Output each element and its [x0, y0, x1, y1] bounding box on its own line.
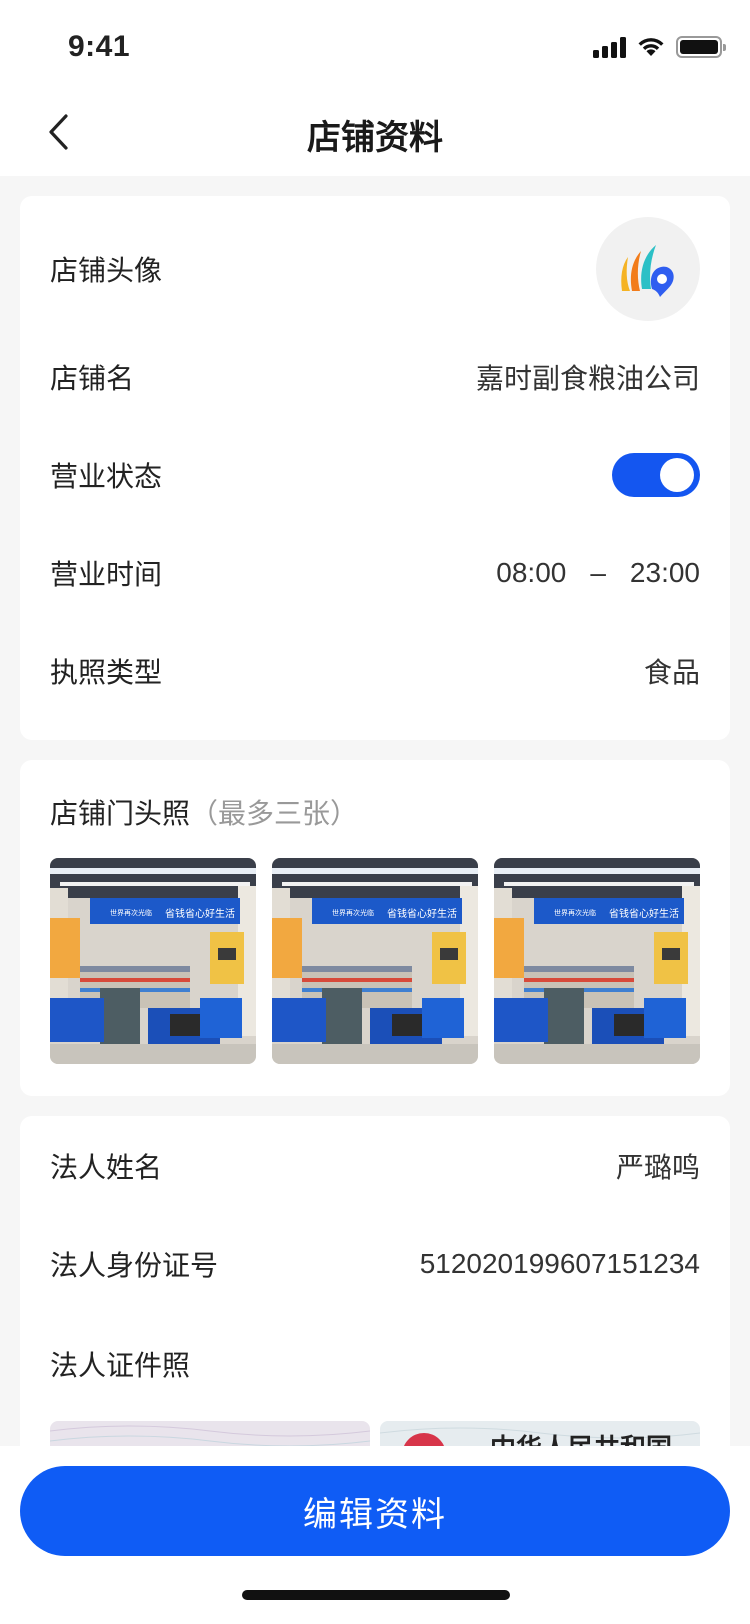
legal-photo-row: 法人证件照	[50, 1314, 700, 1414]
avatar-row[interactable]: 店铺头像	[50, 216, 700, 322]
storefront-title-text: 店铺门头照	[50, 797, 191, 830]
license-type-value: 食品	[643, 656, 700, 689]
storefront-card: 店铺门头照（最多三张） 世界再次光临 省钱省心好生活 世界再次光临 省钱省心好生…	[20, 760, 730, 1096]
screen: 9:41 店铺资料 店铺头像 店铺名 嘉时副食粮油公司 营业状态 营业时间 08…	[0, 0, 750, 1624]
store-interior-image: 世界再次光临 省钱省心好生活	[50, 858, 256, 1064]
edit-profile-button[interactable]: 编辑资料	[20, 1466, 730, 1556]
store-sign-text: 省钱省心好生活	[165, 907, 235, 920]
store-brand-text: 世界再次光临	[332, 908, 374, 917]
legal-name-label: 法人姓名	[50, 1151, 163, 1184]
legal-id-value: 512020199607151234	[419, 1248, 700, 1279]
business-status-row: 营业状态	[50, 422, 700, 528]
business-hours-value: 08:00 – 23:00	[496, 557, 700, 589]
legal-name-value: 严璐鸣	[615, 1151, 700, 1184]
shop-name-label: 店铺名	[50, 362, 135, 395]
legal-id-label: 法人身份证号	[50, 1249, 219, 1282]
store-interior-image: 世界再次光临 省钱省心好生活	[494, 858, 700, 1064]
business-status-toggle[interactable]	[612, 453, 700, 497]
store-sign-text: 省钱省心好生活	[387, 907, 457, 920]
business-hours-row[interactable]: 营业时间 08:00 – 23:00	[50, 520, 700, 626]
store-brand-text: 世界再次光临	[110, 908, 152, 917]
hours-start: 08:00	[496, 557, 567, 588]
legal-id-row[interactable]: 法人身份证号 512020199607151234	[50, 1214, 700, 1314]
status-time: 9:41	[68, 30, 131, 63]
store-sign-text: 省钱省心好生活	[609, 907, 679, 920]
license-type-row[interactable]: 执照类型 食品	[50, 618, 700, 724]
hours-end: 23:00	[629, 557, 700, 588]
status-bar: 9:41	[0, 0, 750, 88]
store-brand-text: 世界再次光临	[554, 908, 596, 917]
storefront-photo[interactable]: 世界再次光临 省钱省心好生活	[494, 858, 700, 1064]
shop-name-value: 嘉时副食粮油公司	[475, 362, 700, 395]
battery-icon	[676, 36, 726, 58]
storefront-photo[interactable]: 世界再次光临 省钱省心好生活	[272, 858, 478, 1064]
storefront-hint: （最多三张）	[190, 797, 359, 830]
nav-bar: 店铺资料	[0, 88, 750, 176]
shop-name-row[interactable]: 店铺名 嘉时副食粮油公司	[50, 324, 700, 430]
storefront-photos: 世界再次光临 省钱省心好生活 世界再次光临 省钱省心好生活 世界再次光临 省钱省…	[50, 858, 700, 1064]
home-indicator	[242, 1590, 510, 1600]
legal-name-row[interactable]: 法人姓名 严璐鸣	[50, 1116, 700, 1216]
bottom-bar: 编辑资料	[0, 1446, 750, 1624]
legal-person-card: 法人姓名 严璐鸣 法人身份证号 512020199607151234 法人证件照	[20, 1116, 730, 1476]
store-interior-image: 世界再次光临 省钱省心好生活	[272, 858, 478, 1064]
cellular-signal-icon	[593, 36, 626, 58]
storefront-title: 店铺门头照（最多三张）	[50, 792, 358, 832]
shop-avatar[interactable]	[596, 217, 700, 321]
avatar-label: 店铺头像	[50, 254, 163, 287]
hours-separator: –	[590, 557, 606, 588]
status-icons	[593, 34, 726, 58]
license-type-label: 执照类型	[50, 656, 163, 689]
business-hours-label: 营业时间	[50, 558, 163, 591]
storefront-photo[interactable]: 世界再次光临 省钱省心好生活	[50, 858, 256, 1064]
wifi-icon	[638, 38, 664, 56]
legal-photo-label: 法人证件照	[50, 1349, 191, 1382]
shop-info-card: 店铺头像 店铺名 嘉时副食粮油公司 营业状态 营业时间 08:00 – 23:0…	[20, 196, 730, 740]
page-title: 店铺资料	[307, 118, 443, 158]
shop-logo-icon	[621, 245, 674, 297]
business-status-label: 营业状态	[50, 460, 163, 493]
